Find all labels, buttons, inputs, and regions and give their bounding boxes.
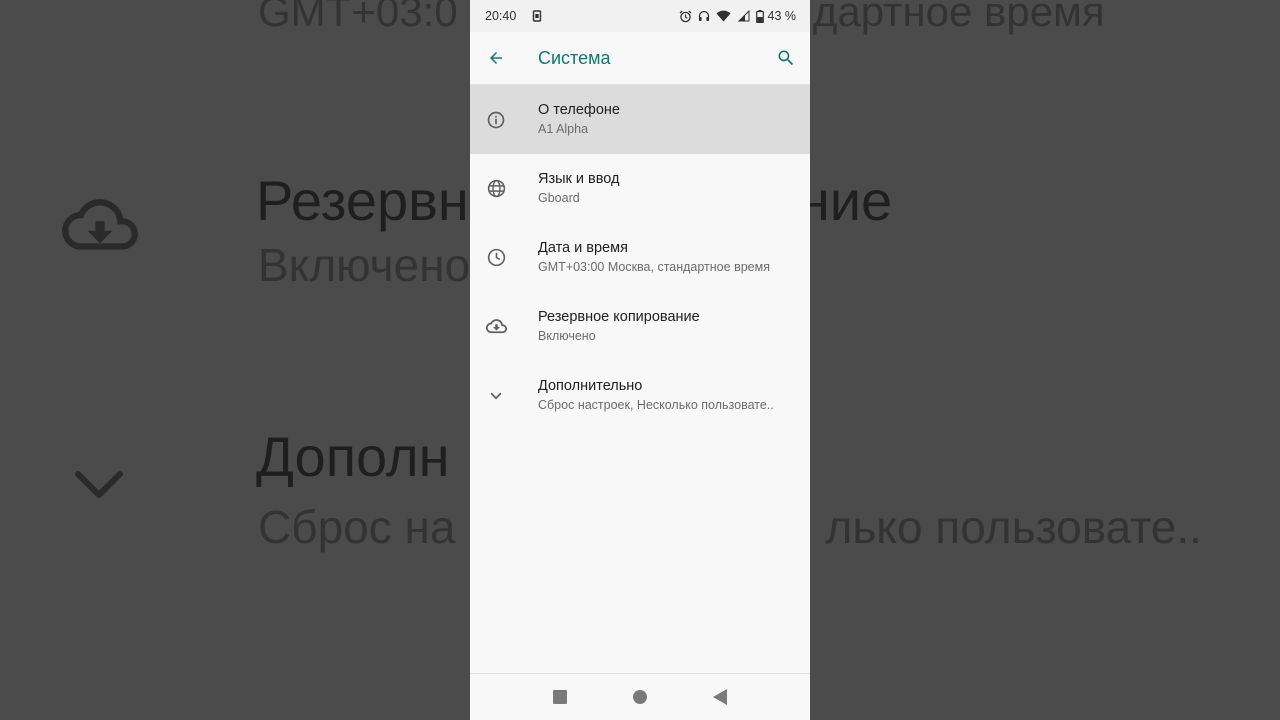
list-item-date-time[interactable]: Дата и время GMT+03:00 Москва, стандартн… [470, 223, 810, 292]
item-label: О телефоне [538, 102, 620, 118]
phone-screen: 20:40 43 % Система О телефоне A1 Alpha Я… [470, 0, 810, 720]
item-label: Язык и ввод [538, 171, 620, 187]
list-item-advanced[interactable]: Дополнительно Сброс настроек, Несколько … [470, 361, 810, 430]
signal-icon [737, 10, 750, 22]
arrow-back-icon [490, 52, 502, 64]
item-summary: Сброс настроек, Несколько пользовате.. [538, 398, 774, 412]
status-bar: 20:40 43 % [470, 0, 810, 32]
item-summary: A1 Alpha [538, 122, 589, 136]
chevron-down-icon [490, 392, 502, 399]
circle-icon [633, 690, 647, 704]
wifi-icon [716, 10, 731, 22]
cloud-download-icon [485, 319, 507, 334]
item-label: Дополнительно [538, 378, 643, 394]
settings-list: О телефоне A1 Alpha Язык и ввод Gboard Д… [470, 85, 810, 430]
page-title: Система [538, 47, 611, 68]
status-time: 20:40 [485, 9, 517, 23]
search-icon [778, 50, 794, 66]
triangle-back-icon [713, 689, 727, 705]
recents-button[interactable] [520, 674, 600, 720]
item-summary: GMT+03:00 Москва, стандартное время [538, 260, 770, 274]
globe-icon [487, 179, 505, 198]
search-button[interactable] [762, 32, 810, 85]
bg-chevron-down-icon [75, 471, 123, 498]
item-summary: Gboard [538, 191, 580, 205]
item-summary: Включено [538, 329, 596, 343]
nav-back-button[interactable] [680, 674, 760, 720]
info-icon [487, 111, 505, 128]
app-toolbar: Система [470, 32, 810, 85]
alarm-icon [679, 10, 692, 23]
battery-percent: 43 % [767, 9, 797, 23]
home-button[interactable] [600, 674, 680, 720]
sim-icon [532, 10, 542, 22]
item-label: Дата и время [538, 240, 628, 256]
bg-backup-subtitle: Включено [258, 239, 471, 291]
battery-icon [755, 9, 764, 23]
list-item-language-input[interactable]: Язык и ввод Gboard [470, 154, 810, 223]
square-icon [553, 690, 567, 704]
item-label: Резервное копирование [538, 309, 700, 325]
system-nav-bar [470, 673, 810, 720]
bg-cloud-download-icon [62, 199, 138, 250]
clock-icon [487, 248, 505, 267]
list-item-backup[interactable]: Резервное копирование Включено [470, 292, 810, 361]
back-button[interactable] [470, 32, 522, 85]
list-item-about-phone[interactable]: О телефоне A1 Alpha [470, 85, 810, 154]
headset-icon [698, 10, 710, 22]
bg-advanced-title: Дополн [256, 425, 450, 488]
